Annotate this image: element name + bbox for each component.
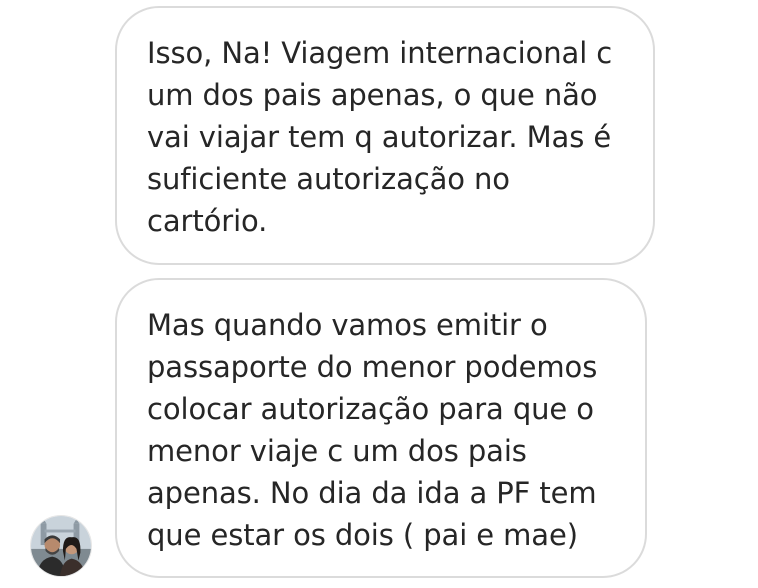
message-text-line: suficiente autorização no — [147, 162, 510, 196]
message-text-line: um dos pais apenas, o que não — [147, 78, 598, 112]
message-text-line: menor viaje c um dos pais — [147, 434, 527, 468]
message-text-line: vai viajar tem q autorizar. Mas é — [147, 120, 612, 154]
message-text-line: apenas. No dia da ida a PF tem — [147, 476, 597, 510]
message-text-line: cartório. — [147, 204, 268, 238]
message-bubble[interactable]: Isso, Na! Viagem internacional c um dos … — [115, 6, 655, 265]
message-bubble[interactable]: Mas quando vamos emitir o passaporte do … — [115, 278, 647, 578]
message-text-line: passaporte do menor podemos — [147, 350, 598, 384]
profile-photo-icon — [31, 516, 91, 576]
message-text-line: que estar os dois ( pai e mae) — [147, 518, 578, 552]
message-text-line: Mas quando vamos emitir o — [147, 308, 548, 342]
message-text-line: colocar autorização para que o — [147, 392, 594, 426]
message-text-line: Isso, Na! Viagem internacional c — [147, 36, 613, 70]
sender-avatar[interactable] — [30, 515, 92, 577]
